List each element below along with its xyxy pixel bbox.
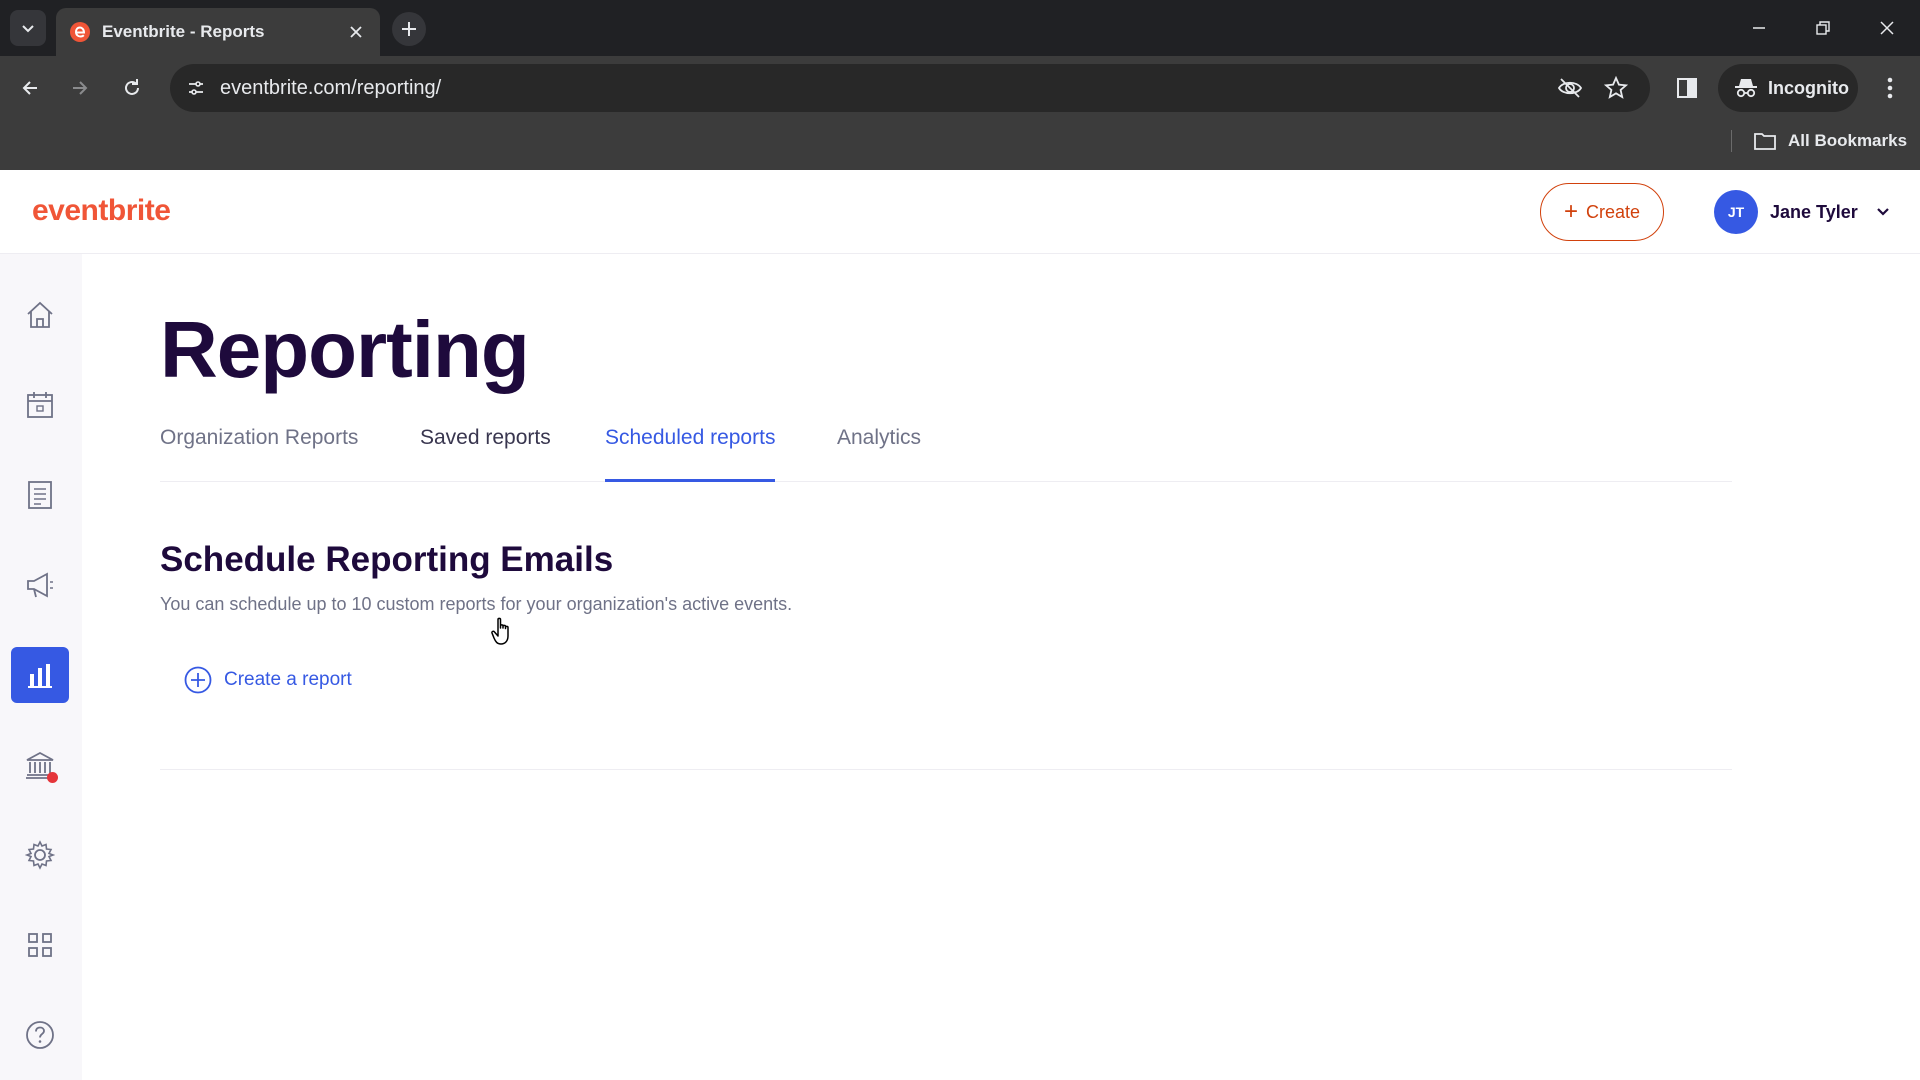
sidebar-item-home[interactable] — [11, 287, 69, 343]
browser-tab-active[interactable]: Eventbrite - Reports — [56, 8, 380, 56]
pointer-cursor — [490, 616, 516, 648]
site-info-icon[interactable] — [180, 72, 212, 104]
report-tabs: Organization Reports Saved reports Sched… — [160, 414, 1732, 482]
sidebar-item-events[interactable] — [11, 377, 69, 433]
incognito-badge[interactable]: Incognito — [1718, 64, 1858, 112]
all-bookmarks-label: All Bookmarks — [1788, 131, 1908, 150]
page-title: Reporting — [160, 305, 530, 394]
megaphone-icon — [25, 571, 55, 599]
create-button[interactable]: + Create — [1540, 183, 1664, 241]
incognito-icon — [1734, 77, 1758, 99]
bar-chart-icon — [26, 661, 54, 689]
notification-dot — [47, 772, 58, 783]
chevron-down-icon — [1876, 207, 1890, 217]
avatar: JT — [1714, 190, 1758, 234]
address-bar[interactable]: eventbrite.com/reporting/ — [170, 64, 1650, 112]
grid-icon — [27, 932, 53, 958]
browser-chrome: Eventbrite - Reports eventbrite.com/repo… — [0, 0, 1920, 170]
create-report-label: Create a report — [224, 669, 352, 690]
close-window-button[interactable] — [1863, 8, 1911, 48]
sidebar-item-apps[interactable] — [11, 917, 69, 973]
section-title: Schedule Reporting Emails — [160, 540, 614, 579]
calendar-icon — [26, 391, 54, 419]
kebab-menu-icon — [1887, 77, 1893, 99]
back-button[interactable] — [10, 68, 50, 108]
side-panel-button[interactable] — [1670, 68, 1704, 108]
side-panel-icon — [1676, 77, 1698, 99]
new-tab-button[interactable] — [392, 12, 426, 46]
tab-search-button[interactable] — [10, 10, 46, 46]
restore-icon — [1815, 20, 1831, 36]
sidebar-item-marketing[interactable] — [11, 557, 69, 613]
create-report-button[interactable]: Create a report — [184, 664, 352, 696]
reload-icon — [122, 78, 142, 98]
sidebar-item-settings[interactable] — [11, 827, 69, 883]
user-menu[interactable]: JT Jane Tyler — [1714, 190, 1890, 234]
sidebar-item-orders[interactable] — [11, 467, 69, 523]
sidebar-item-finance[interactable] — [11, 737, 69, 793]
forward-button[interactable] — [60, 68, 100, 108]
eye-off-icon[interactable] — [1556, 74, 1584, 102]
plus-icon: + — [1563, 198, 1578, 225]
tab-title: Eventbrite - Reports — [102, 22, 265, 41]
url-text: eventbrite.com/reporting/ — [220, 77, 442, 99]
star-icon[interactable] — [1602, 74, 1630, 102]
help-icon — [25, 1020, 55, 1050]
eventbrite-page: eventbrite + Create JT Jane Tyler Report… — [0, 170, 1920, 1080]
all-bookmarks-button[interactable]: All Bookmarks — [1754, 126, 1907, 156]
sidebar-item-reporting[interactable] — [11, 647, 69, 703]
browser-menu-button[interactable] — [1872, 68, 1908, 108]
tab-strip: Eventbrite - Reports — [0, 0, 1920, 56]
folder-icon — [1754, 132, 1776, 150]
browser-toolbar: eventbrite.com/reporting/ — [0, 56, 1920, 120]
user-name: Jane Tyler — [1770, 201, 1858, 222]
bookmarks-bar: All Bookmarks — [0, 120, 1920, 170]
create-button-label: Create — [1585, 201, 1641, 222]
section-description: You can schedule up to 10 custom reports… — [160, 594, 793, 614]
tab-search-icon — [20, 20, 36, 36]
gear-icon — [25, 840, 55, 870]
tab-scheduled-reports[interactable]: Scheduled reports — [605, 426, 776, 482]
plus-circle-icon — [184, 666, 212, 694]
eventbrite-favicon — [70, 22, 90, 42]
incognito-label: Incognito — [1768, 77, 1849, 98]
home-icon — [25, 300, 55, 330]
restore-button[interactable] — [1799, 8, 1847, 48]
plus-icon — [400, 20, 418, 38]
close-icon[interactable] — [344, 20, 368, 44]
eventbrite-logo[interactable]: eventbrite — [32, 194, 171, 228]
sidebar — [0, 254, 82, 1080]
close-window-icon — [1879, 20, 1895, 36]
site-header: eventbrite + Create JT Jane Tyler — [0, 170, 1920, 254]
back-icon — [20, 78, 40, 98]
sidebar-item-help[interactable] — [11, 1007, 69, 1063]
reload-button[interactable] — [112, 68, 152, 108]
minimize-button[interactable] — [1735, 8, 1783, 48]
tab-organization-reports[interactable]: Organization Reports — [160, 426, 358, 482]
document-icon — [27, 480, 53, 510]
minimize-icon — [1751, 20, 1767, 36]
tab-saved-reports[interactable]: Saved reports — [420, 426, 551, 482]
bookmarks-separator — [1731, 130, 1732, 152]
divider — [160, 769, 1732, 770]
forward-icon — [70, 78, 90, 98]
tab-analytics[interactable]: Analytics — [837, 426, 921, 482]
